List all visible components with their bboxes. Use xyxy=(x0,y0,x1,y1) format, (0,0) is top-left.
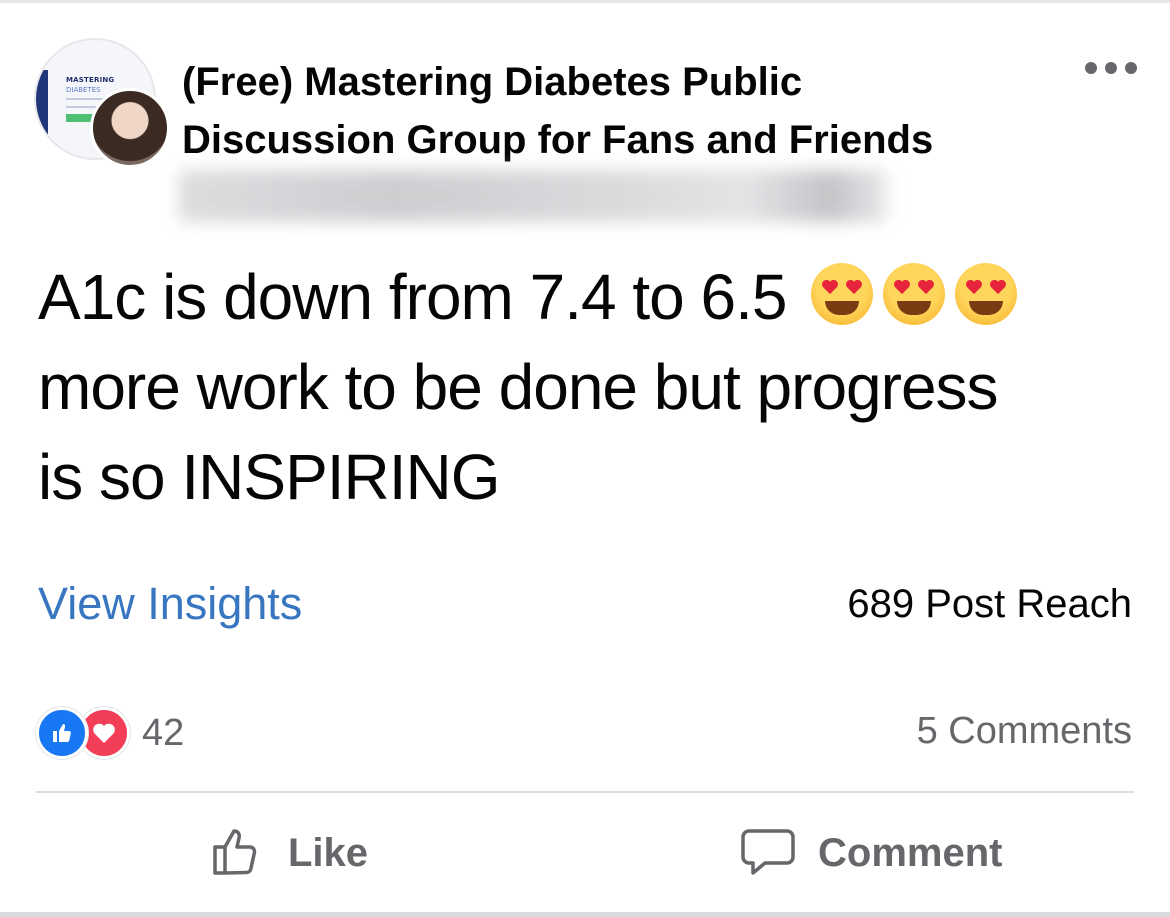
top-border xyxy=(0,0,1170,3)
like-button[interactable]: Like xyxy=(210,820,368,886)
avatar-logo-sub: DIABETES xyxy=(66,86,101,94)
view-insights-link[interactable]: View Insights xyxy=(38,578,302,630)
thumbs-up-icon xyxy=(210,823,266,884)
like-reaction-icon xyxy=(36,707,88,759)
heart-eyes-emoji-icon xyxy=(955,263,1018,325)
avatar-logo-text: MASTERING xyxy=(66,76,115,84)
post-text: A1c is down from 7.4 to 6.5 more work to… xyxy=(38,252,1138,522)
reaction-count: 42 xyxy=(142,711,185,754)
dot xyxy=(1085,62,1097,74)
divider xyxy=(36,791,1134,793)
like-button-label: Like xyxy=(288,830,369,875)
reactions-summary[interactable]: 42 xyxy=(36,707,185,759)
post-text-line1: A1c is down from 7.4 to 6.5 xyxy=(38,252,1138,342)
group-name-line1: (Free) Mastering Diabetes Public xyxy=(182,60,803,104)
post-text-line2: more work to be done but progress xyxy=(38,351,999,423)
post-reach: 689 Post Reach xyxy=(847,582,1132,626)
group-name[interactable]: (Free) Mastering Diabetes Public Discuss… xyxy=(182,53,1042,169)
comment-button[interactable]: Comment xyxy=(740,820,1002,886)
dot xyxy=(1125,62,1137,74)
dot xyxy=(1105,62,1117,74)
group-name-line2: Discussion Group for Fans and Friends xyxy=(182,118,934,162)
bottom-border xyxy=(0,912,1170,917)
more-options-icon[interactable] xyxy=(1085,58,1137,78)
heart-eyes-emoji-icon xyxy=(883,263,946,325)
comment-button-label: Comment xyxy=(818,830,1003,875)
post-text-line3: is so INSPIRING xyxy=(38,441,501,513)
comments-count-link[interactable]: 5 Comments xyxy=(917,710,1132,753)
blurred-post-metadata xyxy=(178,170,888,222)
heart-eyes-emoji-icon xyxy=(811,263,874,325)
avatar-logo-bar xyxy=(36,70,48,140)
user-avatar[interactable] xyxy=(90,88,170,168)
emoji-group xyxy=(811,263,1018,325)
post-text-line1-text: A1c is down from 7.4 to 6.5 xyxy=(38,261,787,333)
speech-bubble-icon xyxy=(740,823,796,884)
